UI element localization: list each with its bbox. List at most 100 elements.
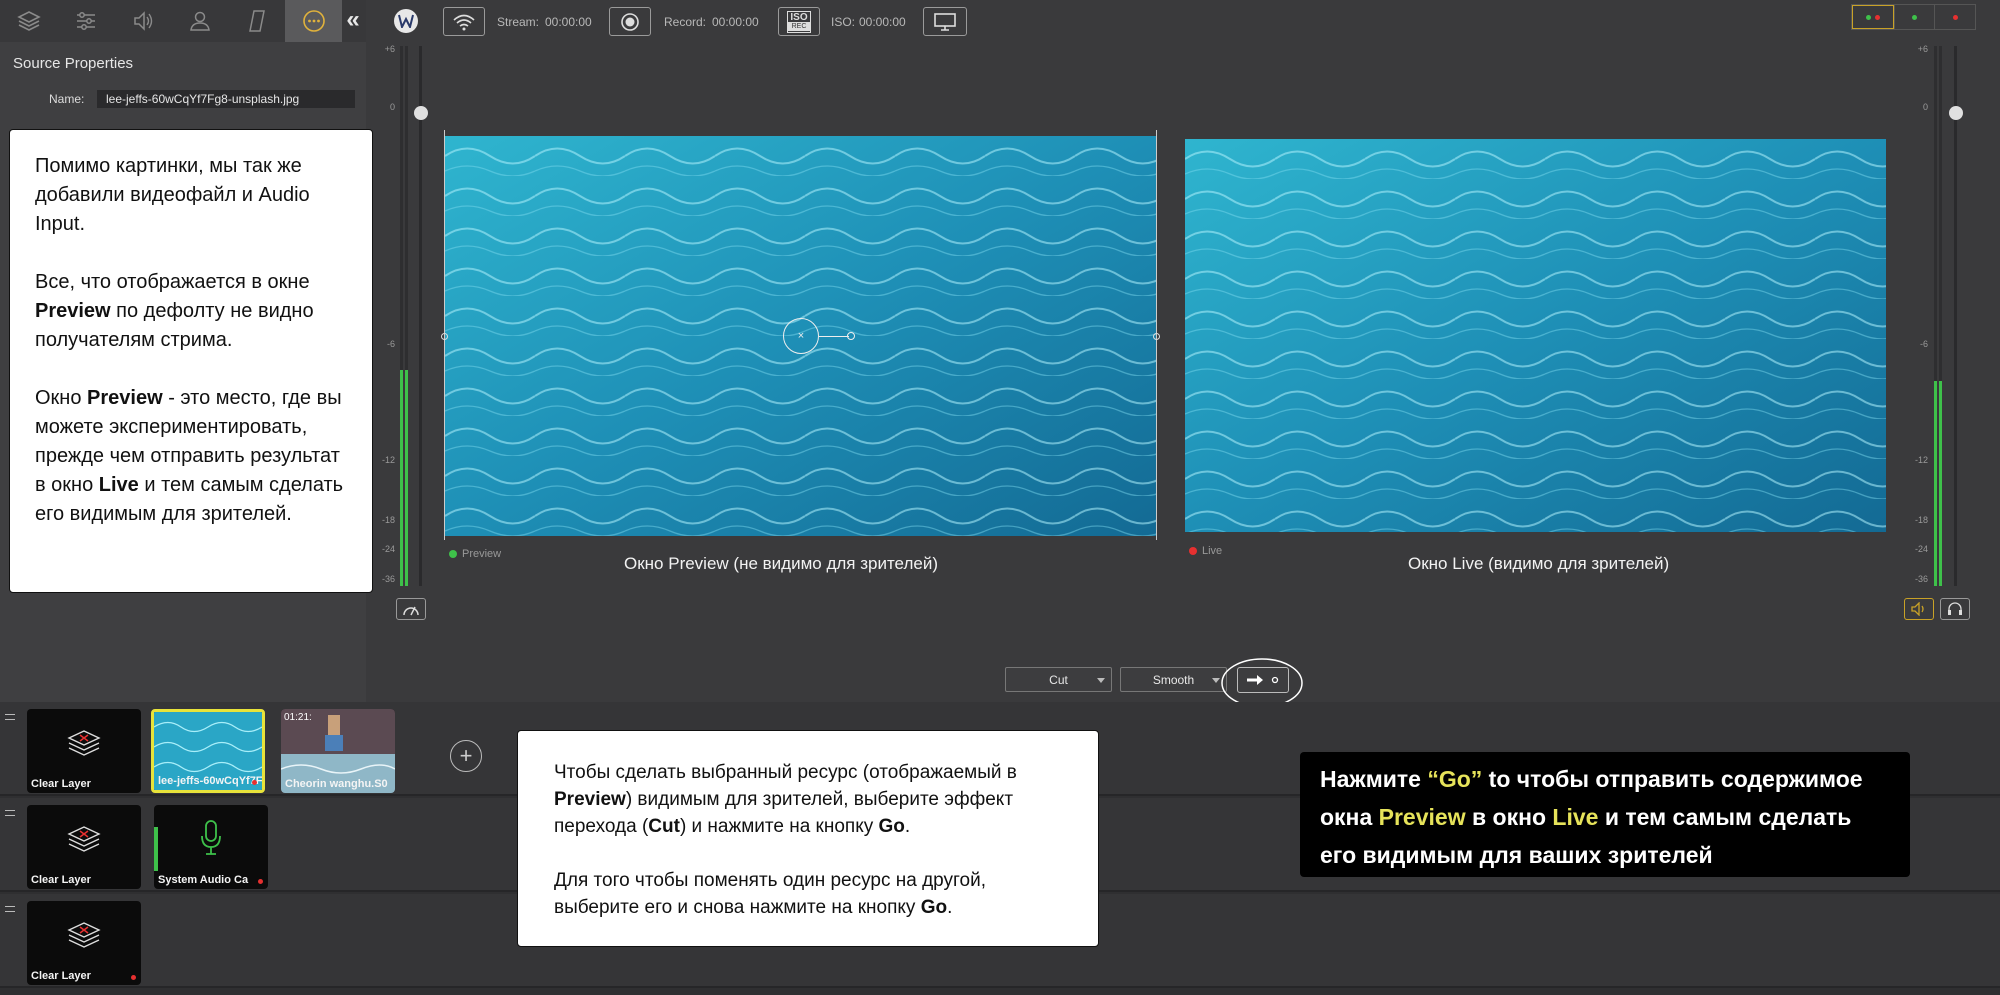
transition-speed-value: Smooth [1152,672,1195,687]
source-properties-title: Source Properties [13,55,134,72]
tab-layers[interactable] [0,0,57,42]
status-indicator-2 [1893,5,1935,29]
record-button[interactable] [609,7,651,36]
text: Все, что отображается в окне [35,271,310,293]
rotation-handle[interactable] [847,332,855,340]
tab-sliders[interactable] [57,0,114,42]
microphone-icon [201,820,221,855]
resize-handle[interactable] [441,333,448,340]
text-bold: Preview [35,300,111,322]
tile-live-indicator [258,879,263,884]
preview-led [449,550,457,558]
meter-tick: 0 [1922,102,1928,112]
text: Чтобы сделать выбранный ресурс (отобража… [554,762,1017,783]
status-indicator-1 [1852,5,1894,29]
clear-layer-icon [67,922,101,948]
iso-record-button[interactable]: ISO REC [778,7,820,36]
meter-tick: -24 [1914,544,1928,554]
name-field[interactable]: lee-jeffs-60wCqYf7Fg8-unsplash.jpg [97,90,355,108]
meter-tick: -6 [1919,339,1928,349]
preview-caption: Окно Preview (не видимо для зрителей) [624,554,938,573]
tab-user[interactable] [171,0,228,42]
tab-more[interactable] [285,0,342,42]
drag-handle-icon[interactable] [5,906,15,912]
meter-tick: -12 [1914,455,1928,465]
meter-tick: +6 [384,44,395,54]
chevron-down-icon [1097,678,1105,683]
iso-label: ISO: [831,15,856,29]
slash-icon [248,10,265,32]
shot-tile-system-audio[interactable]: System Audio Ca [154,805,268,889]
meter-tick: -36 [381,574,395,584]
clear-layer-icon [67,826,101,852]
text-highlight: Preview [1378,804,1466,830]
text: Нажмите [1320,766,1428,792]
meter-tick: -6 [386,339,395,349]
left-audio-meter [400,46,403,586]
transition-type-select[interactable]: Cut [1005,667,1112,692]
transition-type-value: Cut [1049,672,1068,687]
drag-handle-icon[interactable] [5,714,15,720]
left-volume-slider[interactable] [419,46,422,586]
callout-left-paragraph-1: Помимо картинки, мы так же добавили виде… [35,155,310,235]
text: . [904,816,911,837]
tab-slash[interactable] [228,0,285,42]
tile-label: Clear Layer [31,778,91,790]
text-bold: Cut [648,816,680,837]
text-bold: Go [920,897,948,918]
right-volume-knob[interactable] [1949,106,1963,120]
user-icon [189,11,210,31]
tile-timecode: 01:21: [284,712,312,723]
tile-label: Cheorin wanghu.S0 [285,778,388,790]
headphones-button[interactable] [1940,598,1970,620]
left-volume-knob[interactable] [414,106,428,120]
stream-button[interactable] [443,7,485,36]
rotation-handle-line [819,336,849,337]
right-audio-meter-2 [1939,46,1942,586]
shot-tile-clear-layer[interactable]: Clear Layer [27,709,141,793]
transition-speed-select[interactable]: Smooth [1120,667,1227,692]
speaker-monitor-button[interactable] [1904,598,1934,620]
record-time: 00:00:00 [712,15,759,29]
collapse-panel-button[interactable]: « [342,6,364,34]
preview-tag-label: Preview [462,548,502,560]
text-highlight: Live [1552,804,1599,830]
shot-tile-clear-layer[interactable]: Clear Layer [27,901,141,985]
live-tag-label: Live [1202,545,1223,557]
live-caption: Окно Live (видимо для зрителей) [1408,554,1670,573]
record-icon [621,12,639,31]
meter-tick: -36 [1914,574,1928,584]
top-toolbar: Stream: 00:00:00 Record: 00:00:00 ISO RE… [366,0,2000,42]
iso-badge-bottom: REC [788,21,810,31]
meter-tick: 0 [389,102,395,112]
shot-tile-video[interactable]: 01:21: Cheorin wanghu.S0 [281,709,395,793]
shot-tile-water-image[interactable]: lee-jeffs-60wCqYf7Fg8 [151,709,265,793]
tile-live-indicator [131,975,136,980]
tile-label: Clear Layer [31,970,91,982]
tab-audio[interactable] [114,0,171,42]
shot-tile-clear-layer[interactable]: Clear Layer [27,805,141,889]
preview-options-button[interactable] [396,598,426,620]
live-led [1189,547,1197,555]
speaker-icon [133,11,152,31]
right-audio-meter [1934,46,1937,586]
drag-handle-icon[interactable] [5,810,15,816]
tile-label: System Audio Ca [158,874,249,886]
status-indicators[interactable] [1851,4,1976,30]
text-bold: Preview [87,387,163,409]
iso-time: 00:00:00 [859,15,906,29]
text-highlight: “Go” [1427,766,1483,792]
right-volume-slider[interactable] [1954,46,1957,586]
resize-handle[interactable] [1153,333,1160,340]
add-shot-button[interactable]: + [450,740,482,772]
left-meter-scale: +6 0 -6 -12 -18 -24 -36 [375,42,395,592]
transform-center-icon[interactable]: × [783,318,819,354]
text-bold: Preview [554,789,626,810]
output-display-button[interactable] [923,7,967,36]
text-bold: Live [98,474,139,496]
headphones-icon [1948,602,1962,615]
clear-layer-icon [67,730,101,756]
text: Окно [35,387,88,409]
meter-level [400,370,403,586]
callout-mid-paragraph-2: Для того чтобы поменять один ресурс на д… [554,867,1064,921]
